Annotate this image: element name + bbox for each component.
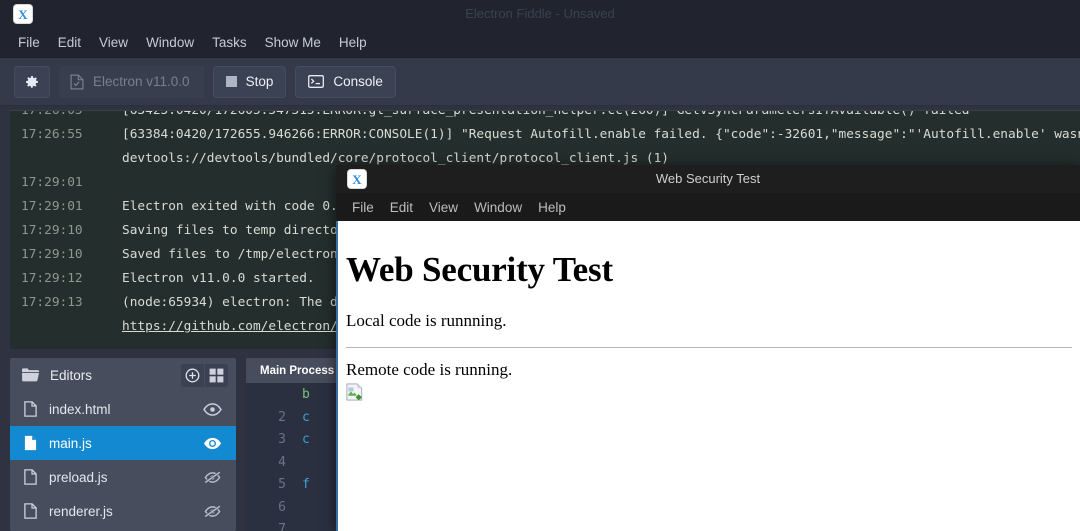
fiddle-window-title: Electron Fiddle - Unsaved [465, 6, 615, 21]
file-icon [24, 469, 37, 485]
local-code-status: Local code is runnning. [346, 311, 507, 330]
sidebar-item-index-html[interactable]: index.html [10, 392, 236, 426]
sidebar-item-label: preload.js [49, 469, 108, 485]
web-security-test-window[interactable]: X Web Security Test File Edit View Windo… [336, 165, 1080, 531]
gear-icon [26, 75, 38, 88]
remote-code-status: Remote code is running. [346, 360, 513, 379]
folder-icon [22, 368, 39, 382]
editors-header-label: Editors [50, 367, 93, 383]
menu-window[interactable]: Window [137, 32, 203, 53]
version-display[interactable]: Electron v11.0.0 [59, 65, 204, 98]
log-timestamp: 17:29:01 [21, 175, 83, 190]
sidebar-item-main-js[interactable]: main.js [10, 426, 236, 460]
menu-help[interactable]: Help [330, 32, 376, 53]
file-icon [24, 401, 37, 417]
fiddle-toolbar: Electron v11.0.0 Stop Console [0, 58, 1080, 106]
eye-icon[interactable] [203, 437, 222, 450]
menu-show-me[interactable]: Show Me [256, 32, 330, 53]
log-timestamp: 17:29:10 [21, 223, 83, 238]
stop-square-icon [225, 76, 237, 87]
settings-button[interactable] [14, 65, 50, 98]
menu-tasks[interactable]: Tasks [203, 32, 256, 53]
fiddle-titlebar: X Electron Fiddle - Unsaved [0, 0, 1080, 28]
file-icon [24, 503, 37, 519]
file-icon [24, 435, 37, 451]
stop-label: Stop [245, 74, 274, 89]
line-number: 3 [278, 432, 286, 447]
eye-slash-icon[interactable] [203, 470, 222, 484]
screen: X Electron Fiddle - Unsaved File Edit Vi… [0, 0, 1080, 531]
broken-image-icon [346, 383, 363, 401]
editors-header-buttons [181, 363, 228, 387]
sidebar-item-label: main.js [49, 435, 92, 451]
sidebar-item-renderer-js[interactable]: renderer.js [10, 494, 236, 528]
page-title: Web Security Test [346, 250, 613, 289]
menu-view[interactable]: View [90, 32, 137, 53]
wst-menu-view[interactable]: View [421, 197, 466, 218]
sidebar-item-label: renderer.js [49, 503, 113, 519]
sidebar-item-label: index.html [49, 401, 111, 417]
line-number: 5 [278, 477, 286, 492]
fiddle-menubar: File Edit View Window Tasks Show Me Help [0, 28, 1080, 58]
sidebar-item-preload-js[interactable]: preload.js [10, 460, 236, 494]
log-timestamp [10, 147, 122, 171]
wst-window-title: Web Security Test [655, 171, 761, 186]
editors-header: Editors [10, 358, 236, 392]
version-label: Electron v11.0.0 [93, 74, 190, 89]
wst-titlebar: X Web Security Test [336, 165, 1080, 193]
line-number: 7 [278, 522, 286, 531]
tab-main-process[interactable]: Main Process [246, 358, 348, 383]
log-message: [63425:0420/172605.547515:ERROR:gl_surfa… [122, 110, 970, 118]
log-timestamp [10, 315, 122, 339]
add-editor-button[interactable] [181, 363, 204, 387]
log-timestamp: 17:29:01 [21, 199, 83, 214]
console-label: Console [333, 74, 383, 89]
wst-menubar: File Edit View Window Help [336, 193, 1080, 221]
wst-menu-edit[interactable]: Edit [382, 197, 421, 218]
log-timestamp: 17:29:13 [21, 295, 83, 310]
grid-layout-icon [209, 368, 224, 382]
line-number [246, 384, 302, 407]
log-timestamp: 17:29:10 [21, 247, 83, 262]
line-number: 4 [278, 454, 286, 470]
log-timestamp: 17:26:55 [21, 127, 83, 142]
line-number: 6 [278, 499, 286, 515]
document-check-icon [70, 74, 84, 89]
eye-icon[interactable] [203, 402, 222, 416]
stop-button[interactable]: Stop [212, 65, 287, 98]
menu-file[interactable]: File [9, 32, 49, 53]
layout-grid-button[interactable] [205, 363, 228, 387]
eye-slash-icon[interactable] [203, 504, 222, 518]
wst-menu-help[interactable]: Help [530, 197, 574, 218]
plus-circle-icon [185, 368, 200, 382]
wst-menu-file[interactable]: File [344, 197, 382, 218]
wst-page-content: Web Security Test Local code is runnning… [336, 221, 1080, 531]
divider [346, 347, 1072, 348]
menu-edit[interactable]: Edit [49, 32, 90, 53]
wst-menu-window[interactable]: Window [466, 197, 530, 218]
editors-sidebar: Editors index.html main.js preload.js re… [10, 358, 236, 531]
console-button[interactable]: Console [295, 65, 396, 98]
console-log-row: 17:26:55 [63384:0420/172655.946266:ERROR… [10, 123, 1080, 147]
log-timestamp: 17:26:05 [21, 110, 83, 118]
console-log-row: 17:26:05 [63425:0420/172605.547515:ERROR… [10, 110, 1080, 123]
log-message: [63384:0420/172655.946266:ERROR:CONSOLE(… [122, 127, 1080, 142]
terminal-icon [308, 75, 325, 88]
log-timestamp: 17:29:12 [21, 271, 83, 286]
line-number: 2 [278, 409, 286, 425]
